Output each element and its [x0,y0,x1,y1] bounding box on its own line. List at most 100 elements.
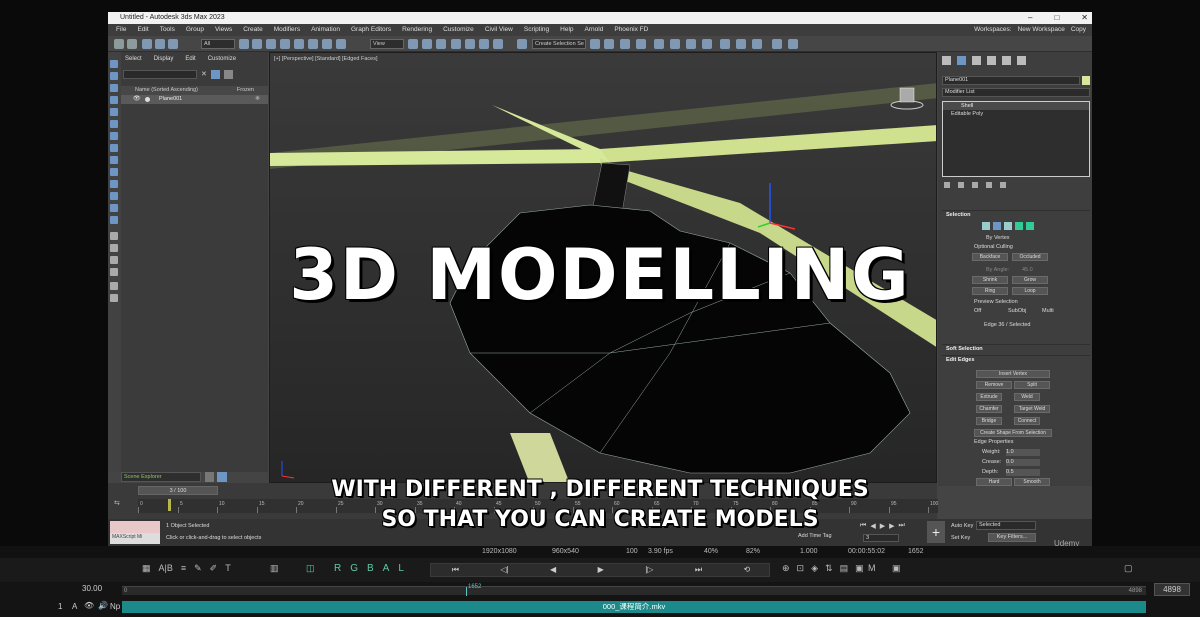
stack-icon[interactable]: ≡ [181,563,186,574]
skip-end-icon[interactable]: ⏭ [695,564,702,576]
channel-selector[interactable]: RGBAL [334,563,413,574]
speaker-icon[interactable]: 🔊 [98,601,108,610]
menu-modifiers[interactable]: Modifiers [274,24,300,36]
pen-icon[interactable]: ✐ [210,563,218,574]
split-button[interactable]: Split [1014,381,1050,389]
rendered-frame-icon[interactable] [736,39,746,49]
explorer-tab-edit[interactable]: Edit [185,52,195,66]
toggle-ribbon-icon[interactable] [654,39,664,49]
camera-icon[interactable] [110,96,118,104]
element-mode-icon[interactable] [1026,222,1034,230]
rotate-icon[interactable] [308,39,318,49]
menu-file[interactable]: File [116,24,126,36]
step-forward-icon[interactable]: |▷ [645,564,653,576]
toggle-layer-explorer-icon[interactable] [636,39,646,49]
shapes-icon[interactable] [110,72,118,80]
bridge-button[interactable]: Bridge [976,417,1002,425]
target-weld-button[interactable]: Target Weld [1014,405,1050,413]
explorer-row-plane001[interactable]: 👁 Plane001 ❄ [121,95,268,104]
xref-icon[interactable] [110,144,118,152]
color-icon[interactable]: ◈ [811,563,818,574]
remove-modifier-icon[interactable] [986,182,992,188]
menu-animation[interactable]: Animation [311,24,340,36]
player-end-value[interactable]: 4898 [1154,583,1190,596]
marker-icon[interactable]: M [868,563,876,573]
select-move-icon[interactable] [294,39,304,49]
column-name-header[interactable]: Name (Sorted Ascending) [135,87,198,93]
rect-region-icon[interactable] [266,39,276,49]
pin-stack-icon[interactable] [944,182,950,188]
edit-named-sets-icon[interactable] [517,39,527,49]
select-object-icon[interactable] [239,39,249,49]
particle-icon[interactable] [110,180,118,188]
set-key-button[interactable]: Set Key [951,535,970,541]
keyboard-shortcut-icon[interactable] [436,39,446,49]
minimize-icon[interactable]: – [1028,12,1032,24]
crease-spinner[interactable]: 0.0 [1006,459,1040,466]
menu-scripting[interactable]: Scripting [524,24,549,36]
menu-rendering[interactable]: Rendering [402,24,432,36]
object-name-field[interactable]: Plane001 [942,76,1080,85]
crosshair-icon[interactable]: ⊕ [782,563,790,574]
percent-snap-icon[interactable] [479,39,489,49]
workspace-select[interactable]: New Workspace [1018,24,1065,36]
select-by-name-icon[interactable] [252,39,262,49]
current-frame-field[interactable]: 3 [863,534,899,542]
player-scrub-track[interactable]: 0 1652 4898 [122,584,1146,596]
layout-icon[interactable]: ▥ [270,563,279,574]
soft-selection-rollout-title[interactable]: Soft Selection [942,344,1090,353]
edit-edges-rollout-title[interactable]: Edit Edges [942,355,1090,364]
selection-rollout-title[interactable]: Selection [942,210,1090,219]
helper-icon[interactable] [110,108,118,116]
frozen-icon[interactable] [110,204,118,212]
viewport-label[interactable]: [+] [Perspective] [Standard] [Edged Face… [274,56,378,62]
menu-graph-editors[interactable]: Graph Editors [351,24,391,36]
flip-icon[interactable]: ⇅ [825,563,833,574]
mirror-icon[interactable] [590,39,600,49]
render-cloud-icon[interactable] [772,39,782,49]
menu-tools[interactable]: Tools [160,24,175,36]
key-filters-button[interactable]: Key Filters... [988,533,1036,542]
pip-icon[interactable]: ▣ [892,563,901,574]
modify-tab-icon[interactable] [957,56,966,65]
object-color-swatch[interactable] [1082,76,1090,85]
menu-help[interactable]: Help [560,24,573,36]
stack-item-editable-poly[interactable]: Editable Poly [943,110,1089,118]
hierarchy-tab-icon[interactable] [972,56,981,65]
placement-icon[interactable] [336,39,346,49]
bone-icon[interactable] [110,156,118,164]
explorer-tab-customize[interactable]: Customize [208,52,236,66]
grid-icon[interactable]: ▦ [142,563,151,574]
add-time-tag[interactable]: Add Time Tag [798,533,832,539]
edge-mode-icon[interactable] [993,222,1001,230]
configure-sets-icon[interactable] [1000,182,1006,188]
column-frozen-header[interactable]: Frozen [237,86,254,95]
skip-start-icon[interactable]: ⏮ [452,564,459,576]
fullscreen-icon[interactable]: ▢ [1124,563,1133,574]
display-tab-icon[interactable] [1002,56,1011,65]
polygon-mode-icon[interactable] [1015,222,1023,230]
window-crossing-icon[interactable] [280,39,290,49]
border-mode-icon[interactable] [1004,222,1012,230]
explorer-tab-display[interactable]: Display [154,52,174,66]
spacewarp-icon[interactable] [110,120,118,128]
create-shape-button[interactable]: Create Shape From Selection [974,429,1052,437]
menu-create[interactable]: Create [243,24,263,36]
create-tab-icon[interactable] [942,56,951,65]
connect-button[interactable]: Connect [1014,417,1040,425]
camera-target-icon[interactable] [110,192,118,200]
explorer-tab-select[interactable]: Select [125,52,142,66]
text-icon[interactable]: T [225,563,231,574]
reference-coord-select[interactable]: View [370,39,404,49]
copy-button[interactable]: Copy [1071,24,1086,36]
loop-icon[interactable]: ⟲ [744,564,751,576]
eye-icon[interactable]: 👁 [84,601,94,610]
scopes-icon[interactable]: ▣ [855,563,864,574]
toggle-scene-explorer-icon[interactable] [620,39,630,49]
extrude-button[interactable]: Extrude [976,393,1002,401]
render-setup-icon[interactable] [720,39,730,49]
eyedropper-icon[interactable]: ✎ [194,563,202,574]
snaps-toggle-icon[interactable] [451,39,461,49]
sphere-icon[interactable] [110,60,118,68]
fit-icon[interactable]: ⊡ [797,563,805,574]
